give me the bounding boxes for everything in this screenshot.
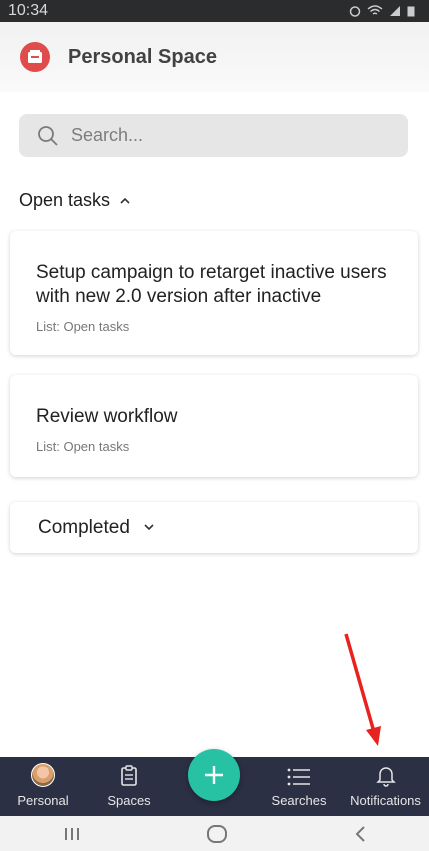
status-icons	[349, 5, 415, 17]
task-card[interactable]: Setup campaign to retarget inactive user…	[10, 231, 418, 355]
home-icon[interactable]	[206, 824, 228, 843]
back-icon[interactable]	[353, 825, 367, 843]
alarm-icon	[349, 6, 361, 17]
nav-label: Spaces	[107, 793, 151, 808]
chevron-down-icon	[144, 524, 154, 531]
task-card[interactable]: Review workflow List: Open tasks	[10, 375, 418, 477]
chevron-up-icon	[120, 197, 130, 204]
completed-label: Completed	[38, 516, 130, 538]
bell-icon	[375, 767, 396, 787]
avatar	[31, 763, 55, 787]
task-list-label: List: Open tasks	[36, 319, 130, 334]
nav-label: Personal	[17, 793, 69, 808]
nav-label: Searches	[271, 793, 327, 808]
page-title: Personal Space	[68, 45, 217, 68]
nav-label: Notifications	[350, 793, 421, 808]
status-time: 10:34	[8, 2, 49, 19]
nav-searches[interactable]: Searches	[256, 757, 342, 816]
list-icon	[287, 768, 310, 786]
app-logo-icon[interactable]	[20, 42, 50, 72]
annotation-arrow-icon	[344, 633, 381, 746]
search-input[interactable]	[71, 125, 371, 146]
battery-icon	[407, 6, 415, 17]
task-list-label: List: Open tasks	[36, 439, 130, 454]
app-header: Personal Space	[0, 22, 429, 92]
wifi-icon	[367, 5, 383, 15]
completed-section[interactable]: Completed	[10, 502, 418, 553]
status-bar: 10:34	[0, 0, 429, 22]
task-title: Review workflow	[36, 406, 178, 427]
clipboard-icon	[121, 765, 137, 786]
add-button[interactable]	[188, 749, 240, 801]
section-title: Open tasks	[19, 190, 111, 210]
recent-apps-icon[interactable]	[63, 826, 81, 842]
signal-icon	[390, 6, 400, 16]
system-nav-bar	[0, 816, 429, 851]
nav-spaces[interactable]: Spaces	[86, 757, 172, 816]
nav-personal[interactable]: Personal	[0, 757, 86, 816]
open-tasks-header[interactable]: Open tasks	[19, 190, 130, 211]
search-icon	[38, 125, 58, 146]
plus-icon	[205, 766, 223, 784]
search-bar[interactable]	[19, 114, 408, 157]
task-title: Setup campaign to retarget inactive user…	[36, 262, 387, 307]
nav-notifications[interactable]: Notifications	[342, 757, 429, 816]
